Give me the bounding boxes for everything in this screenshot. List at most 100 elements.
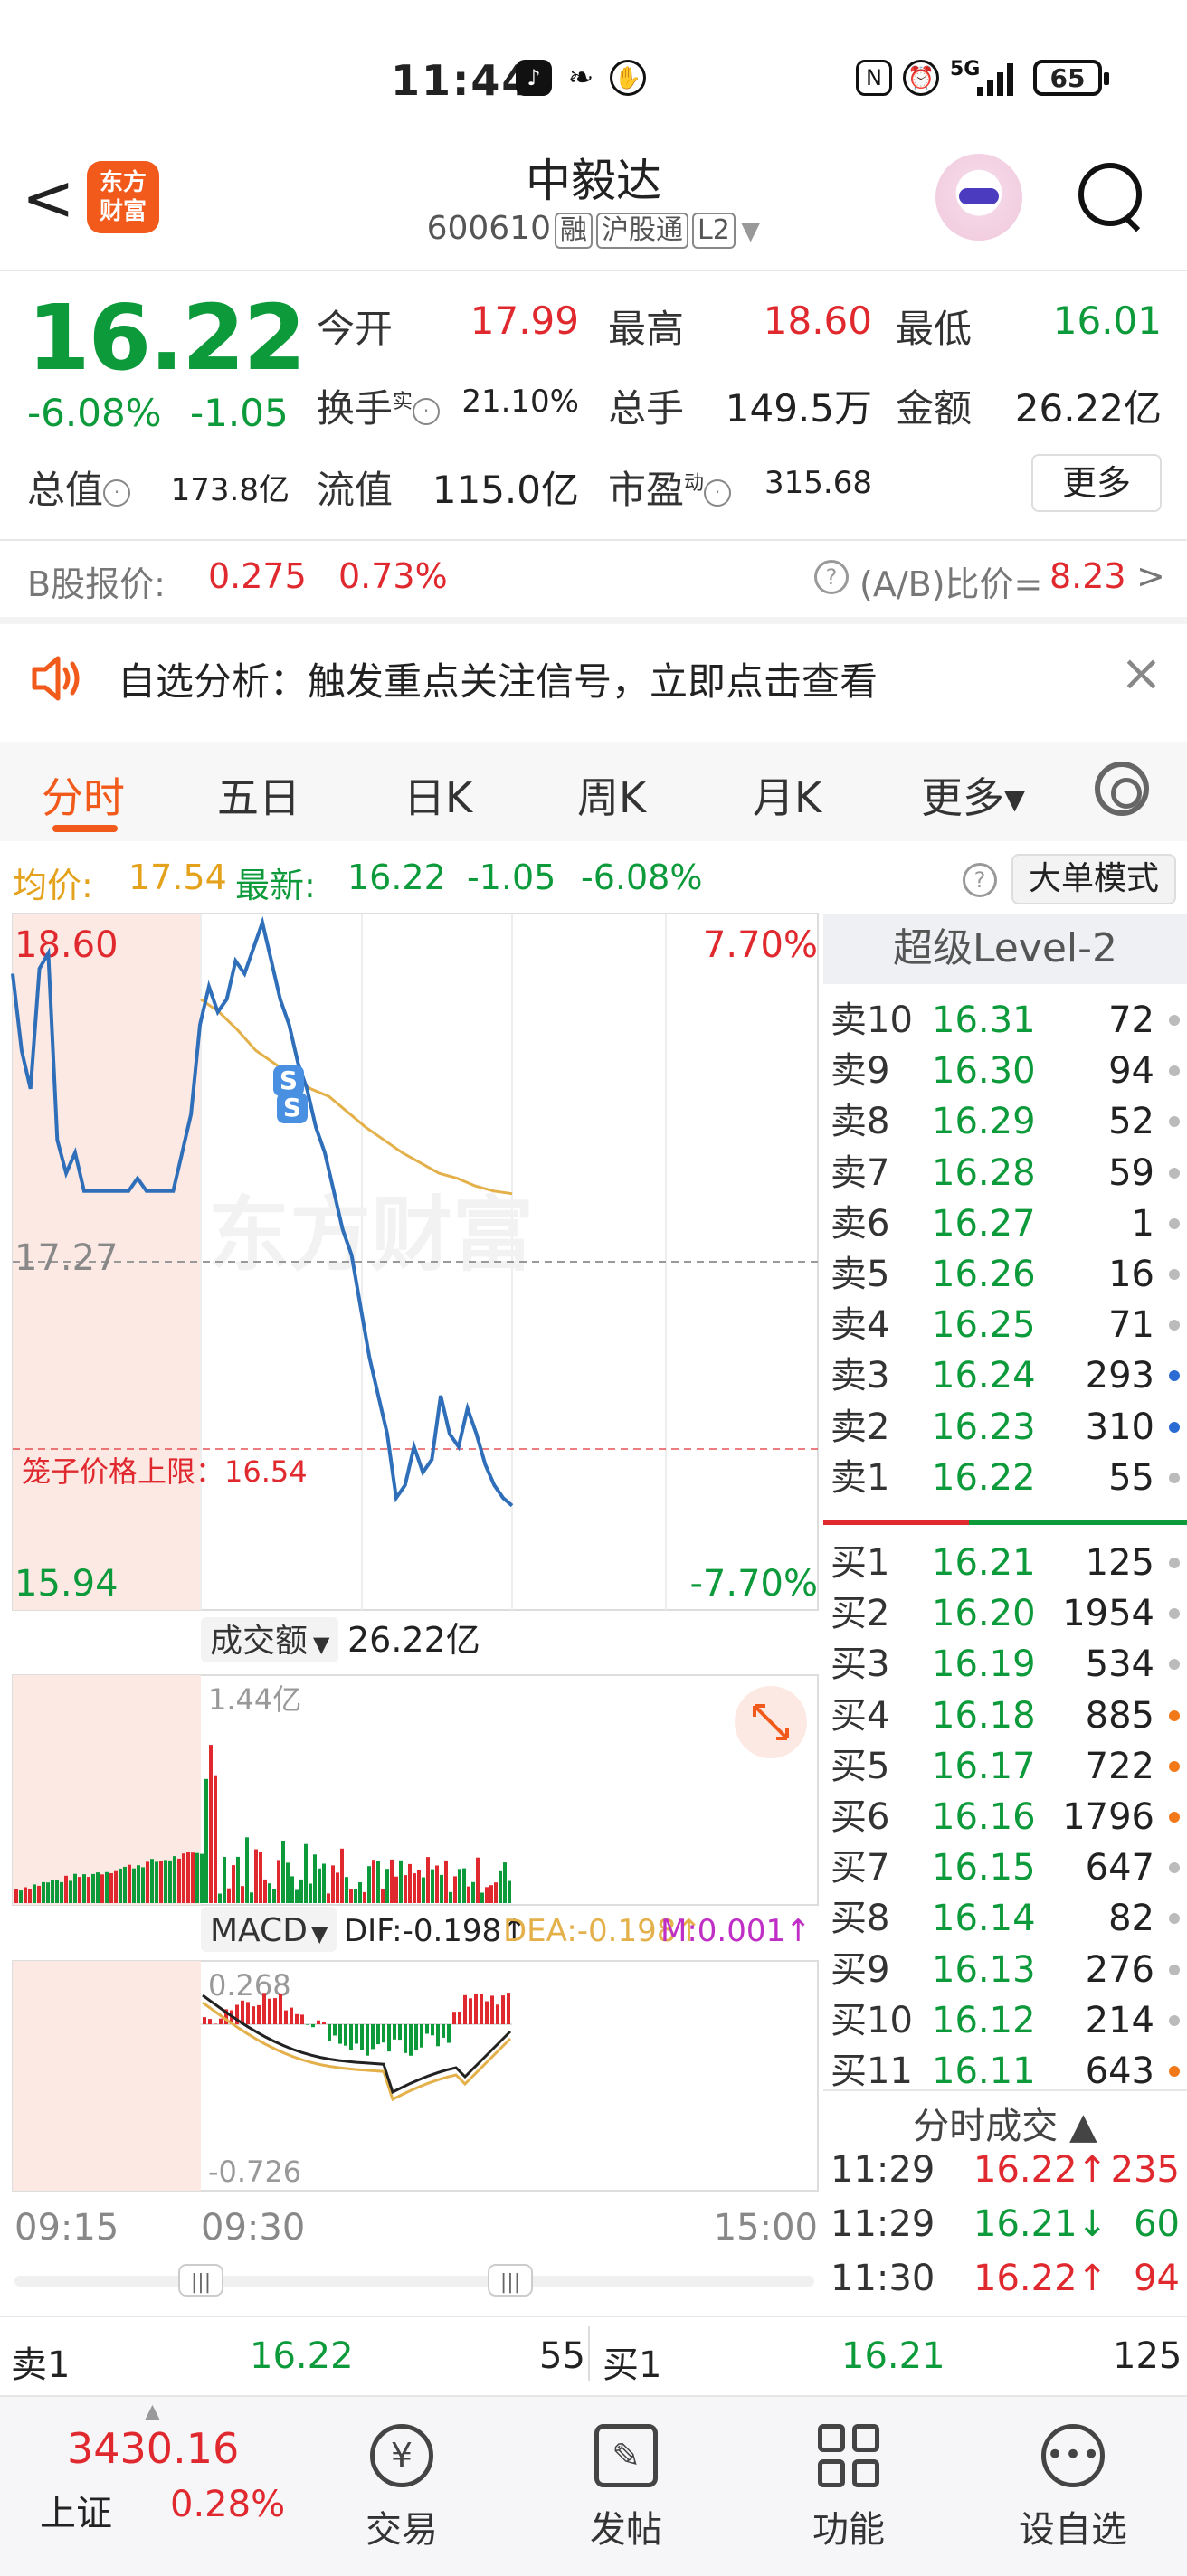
watermark: 东方财富 <box>208 1188 534 1283</box>
level-price: 16.20 <box>932 1593 1036 1635</box>
info-icon[interactable]: · <box>704 478 732 507</box>
help-icon[interactable]: ? <box>814 560 849 594</box>
order-book: 超级Level-2 卖10 16.31 72 卖9 16.30 94 卖8 16.29 52 卖7… <box>823 914 1187 2316</box>
trade-row: 11:29 16.21↓ 60 <box>823 2198 1187 2250</box>
index-widget[interactable]: ▲ 3430.16 上证 0.28% <box>18 2397 290 2576</box>
macd-bar <box>485 2001 489 2024</box>
nav-post[interactable]: ✎ 发帖 <box>563 2424 689 2552</box>
order-book-title[interactable]: 超级Level-2 <box>823 914 1187 984</box>
level-volume: 82 <box>1108 1898 1154 1940</box>
volume-bar <box>444 1860 448 1903</box>
ask-row[interactable]: 卖2 16.23 310 <box>823 1402 1187 1453</box>
bid-row[interactable]: 买7 16.15 647 <box>823 1842 1187 1893</box>
volume-label: 总手 <box>608 386 685 431</box>
nav-functions-label: 功能 <box>812 2509 885 2551</box>
app-logo[interactable]: 东方 财富 <box>87 161 159 233</box>
volume-bar <box>354 1889 357 1903</box>
bid-row[interactable]: 买9 16.13 276 <box>823 1945 1187 1995</box>
nav-trade[interactable]: ¥ 交易 <box>338 2424 465 2552</box>
tab-weekly-k[interactable]: 周K <box>577 765 646 825</box>
dropdown-icon[interactable]: ▼ <box>741 215 761 245</box>
time-start: 09:15 <box>14 2207 119 2249</box>
divider <box>0 270 1187 271</box>
ask-row[interactable]: 卖7 16.28 59 <box>823 1148 1187 1198</box>
help-icon[interactable]: ? <box>963 863 997 897</box>
b-share-line[interactable]: B股报价: 0.275 0.73% ? (A/B)比价= 8.23 > <box>0 556 1187 611</box>
alert-banner[interactable]: 自选分析：触发重点关注信号，立即点击查看 × <box>0 624 1187 733</box>
macd-bar <box>311 2024 315 2028</box>
bid-row[interactable]: 买10 16.12 214 <box>823 1995 1187 2046</box>
macd-bar <box>469 1998 472 2024</box>
level-volume: 16 <box>1108 1254 1154 1295</box>
grid-icon <box>817 2424 880 2487</box>
volume-bar <box>340 1848 344 1903</box>
close-icon[interactable]: × <box>1120 644 1163 703</box>
volume-bar <box>214 1775 217 1903</box>
level-price: 16.24 <box>932 1355 1036 1397</box>
macd-bar <box>333 2024 337 2036</box>
macd-bar <box>219 2018 223 2024</box>
bid-row[interactable]: 买8 16.14 82 <box>823 1893 1187 1944</box>
tab-five-day[interactable]: 五日 <box>217 765 300 825</box>
ask-row[interactable]: 卖5 16.26 16 <box>823 1249 1187 1300</box>
macd-bar <box>252 2006 255 2024</box>
tab-more[interactable]: 更多▾ <box>921 765 1025 825</box>
volume-bar <box>164 1860 167 1903</box>
alarm-icon: ⏰ <box>903 60 939 96</box>
macd-bar <box>398 2024 402 2041</box>
bid-row[interactable]: 买1 16.21 125 <box>823 1538 1187 1588</box>
level-dot-icon <box>1169 1116 1180 1128</box>
ask-row[interactable]: 卖10 16.31 72 <box>823 995 1187 1046</box>
big-order-mode-button[interactable]: 大单模式 <box>1011 854 1176 904</box>
back-icon[interactable]: < <box>22 166 75 230</box>
volume-bar <box>471 1881 475 1903</box>
macd-bar <box>317 2020 320 2024</box>
mktcap-label-text: 总值 <box>27 468 104 512</box>
volume-bar <box>24 1887 27 1903</box>
ask-row[interactable]: 卖1 16.22 55 <box>823 1453 1187 1503</box>
level-label: 买4 <box>831 1694 890 1737</box>
ask-row[interactable]: 卖9 16.30 94 <box>823 1046 1187 1096</box>
tab-daily-k[interactable]: 日K <box>404 765 472 825</box>
volume-bar <box>123 1866 127 1903</box>
bid-row[interactable]: 买4 16.18 885 <box>823 1690 1187 1741</box>
volume-bar <box>376 1861 380 1903</box>
tab-intraday[interactable]: 分时 <box>42 765 125 825</box>
ask-row[interactable]: 卖4 16.25 71 <box>823 1300 1187 1350</box>
volume-bar <box>146 1861 149 1903</box>
mktcap-value: 173.8亿 <box>170 472 290 508</box>
open-label: 今开 <box>317 307 394 351</box>
level-volume: 55 <box>1108 1456 1154 1499</box>
volume-bar <box>100 1874 104 1903</box>
trades-title[interactable]: 分时成交 ▲ <box>823 2097 1187 2149</box>
robot-avatar-icon[interactable] <box>935 154 1022 241</box>
gear-icon[interactable] <box>1095 762 1149 816</box>
nav-functions[interactable]: 功能 <box>785 2424 912 2552</box>
nav-add-watchlist[interactable]: ••• 设自选 <box>1010 2424 1136 2552</box>
more-button[interactable]: 更多 <box>1031 454 1162 512</box>
info-icon[interactable]: · <box>103 478 131 507</box>
info-icon[interactable]: · <box>413 397 441 425</box>
level-price: 16.13 <box>932 1948 1036 1991</box>
bid-row[interactable]: 买5 16.17 722 <box>823 1741 1187 1792</box>
float-value: 115.0亿 <box>432 468 579 512</box>
turnover-value: 21.10% <box>461 384 579 420</box>
ask-row[interactable]: 卖8 16.29 52 <box>823 1096 1187 1147</box>
ask-row[interactable]: 卖6 16.27 1 <box>823 1198 1187 1249</box>
yen-icon: ¥ <box>370 2424 433 2487</box>
open-value: 17.99 <box>470 298 579 343</box>
search-icon[interactable] <box>1078 163 1144 228</box>
change-amount: -1.05 <box>190 391 289 435</box>
tab-monthly-k[interactable]: 月K <box>753 765 821 825</box>
bid-row[interactable]: 买2 16.20 1954 <box>823 1588 1187 1639</box>
volume-bar <box>64 1875 68 1903</box>
bid-row[interactable]: 买6 16.16 1796 <box>823 1792 1187 1842</box>
svg-text:S: S <box>280 1065 298 1095</box>
bid-row[interactable]: 买3 16.19 534 <box>823 1639 1187 1690</box>
volume-bar <box>168 1860 172 1903</box>
macd-bar <box>322 2022 326 2024</box>
level-dot-icon <box>1169 1608 1180 1620</box>
ask-row[interactable]: 卖3 16.24 293 <box>823 1350 1187 1401</box>
intraday-chart[interactable]: 东方财富 18.60 17.27 15.94 7.70% -7.70% 笼子价格… <box>0 910 821 2303</box>
ratio-label: (A/B)比价= <box>859 564 1043 604</box>
